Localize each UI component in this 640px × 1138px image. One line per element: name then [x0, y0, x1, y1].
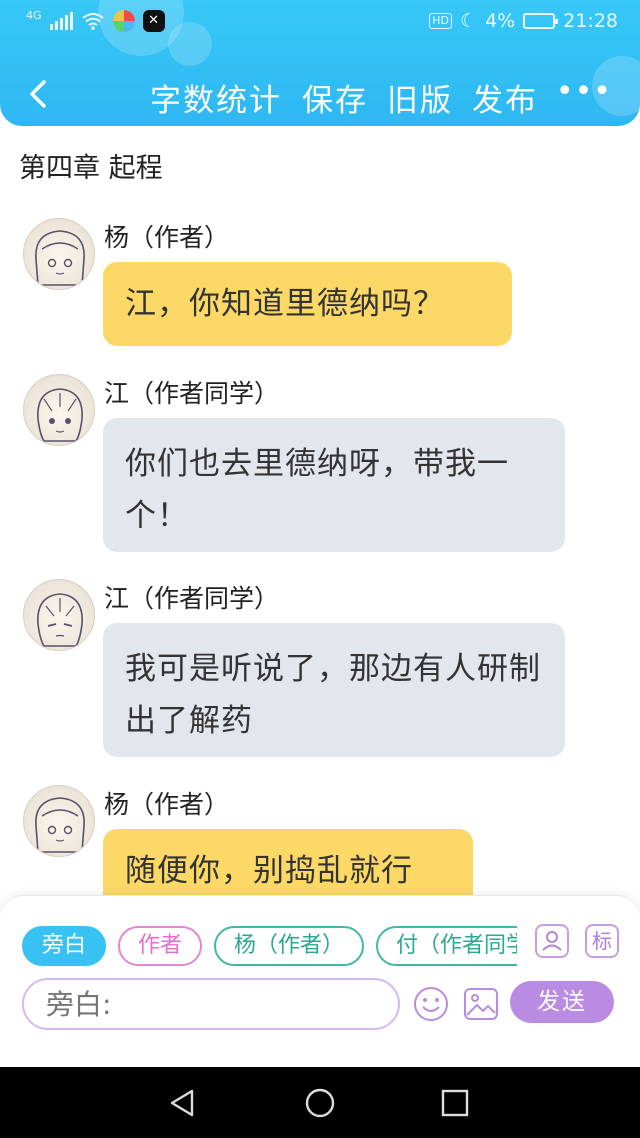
person-card-icon[interactable] — [535, 924, 569, 958]
save-button[interactable]: 保存 — [302, 75, 368, 120]
avatar[interactable] — [23, 579, 95, 651]
more-icon[interactable]: ••• — [556, 74, 612, 109]
battery-percent: 4% — [485, 10, 516, 32]
signal-icon — [49, 12, 73, 30]
battery-icon — [523, 13, 559, 29]
avatar[interactable] — [23, 374, 95, 446]
sender-name: 杨（作者） — [104, 223, 230, 252]
sender-name: 江（作者同学） — [104, 379, 280, 408]
app-notification-icon — [112, 10, 135, 32]
avatar[interactable] — [23, 785, 95, 857]
hd-badge: HD — [429, 13, 453, 29]
story-editor-screen: 4G ✕ HD ☾ 4% 21:28 字数统计 保存 旧版 发布 ••• 第四章… — [0, 0, 640, 1138]
message-bubble[interactable]: 江，你知道里德纳吗？ — [103, 262, 512, 346]
role-chip-author[interactable]: 作者 — [118, 926, 203, 966]
role-chip-fu[interactable]: 付（作者同学） — [376, 926, 517, 966]
capcut-icon: ✕ — [142, 10, 165, 32]
moon-icon: ☾ — [460, 10, 478, 32]
tag-button[interactable]: 标 — [585, 924, 619, 958]
word-count-button[interactable]: 字数统计 — [150, 75, 282, 120]
send-button[interactable]: 发送 — [510, 981, 614, 1023]
publish-button[interactable]: 发布 — [472, 75, 538, 120]
header-bar: 4G ✕ HD ☾ 4% 21:28 字数统计 保存 旧版 发布 ••• — [0, 0, 640, 126]
home-circle-icon[interactable] — [302, 1085, 338, 1121]
wifi-icon — [81, 13, 104, 30]
role-chip-list[interactable]: 旁白作者杨（作者） 付（作者同学） — [22, 926, 517, 968]
narration-input[interactable] — [22, 978, 400, 1030]
chapter-title[interactable]: 第四章 起程 — [19, 146, 163, 185]
recents-square-icon[interactable] — [437, 1085, 473, 1121]
role-chip-yang[interactable]: 杨（作者） — [214, 926, 365, 966]
message-bubble[interactable]: 你们也去里德纳呀，带我一个！ — [103, 418, 565, 552]
chevron-left-icon[interactable] — [20, 74, 60, 114]
system-nav-bar — [0, 1067, 640, 1138]
nav-bar: 字数统计 保存 旧版 发布 ••• — [0, 70, 640, 120]
old-version-button[interactable]: 旧版 — [387, 75, 453, 120]
clock: 21:28 — [563, 10, 618, 32]
back-triangle-icon[interactable] — [164, 1085, 200, 1121]
avatar[interactable] — [23, 218, 95, 290]
composer-panel: 旁白作者杨（作者） 付（作者同学） 标 发送 — [0, 895, 640, 1067]
status-bar: 4G ✕ HD ☾ 4% 21:28 — [0, 0, 640, 44]
role-chip-narration[interactable]: 旁白 — [22, 926, 107, 966]
image-icon[interactable] — [462, 985, 500, 1023]
sender-name: 江（作者同学） — [104, 584, 280, 613]
message-bubble[interactable]: 我可是听说了，那边有人研制出了解药 — [103, 623, 565, 757]
sender-name: 杨（作者） — [104, 790, 230, 819]
smiley-icon[interactable] — [412, 985, 450, 1023]
network-label: 4G — [26, 8, 42, 22]
